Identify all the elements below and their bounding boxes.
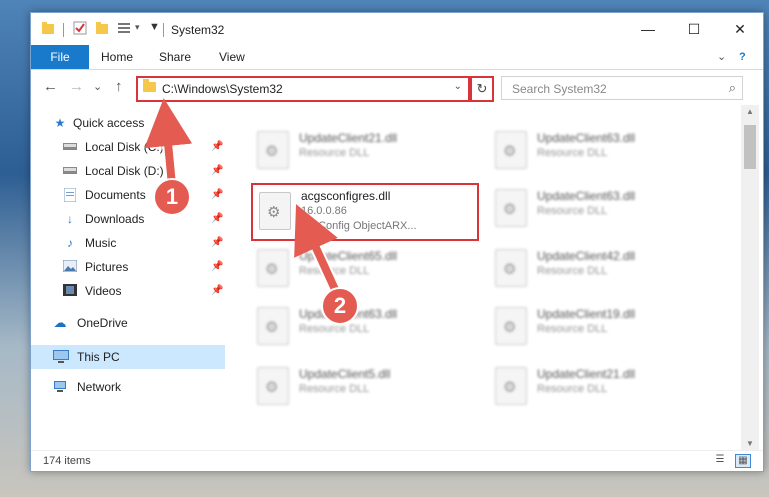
arrow-2 — [294, 204, 342, 298]
annotation-arrows — [144, 98, 344, 302]
step-1-badge: 1 — [153, 178, 191, 216]
step-2-badge: 2 — [321, 287, 359, 325]
